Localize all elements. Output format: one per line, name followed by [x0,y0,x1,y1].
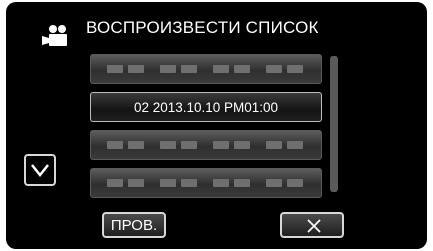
scrollbar[interactable] [330,56,338,192]
header: ВОСПРОИЗВЕСТИ СПИСОК [6,2,427,46]
check-button[interactable]: ПРОВ. [102,212,166,238]
playlist-screen: ВОСПРОИЗВЕСТИ СПИСОК 02 2013.10.10 PM01:… [6,2,427,249]
scroll-thumb[interactable] [330,56,338,192]
placeholder-row [107,65,303,73]
page-title: ВОСПРОИЗВЕСТИ СПИСОК [86,18,319,37]
camera-icon [40,24,70,48]
placeholder-row [107,141,303,149]
list-item[interactable] [90,130,322,160]
list-item-label: 02 2013.10.10 PM01:00 [133,99,279,115]
close-button[interactable] [280,212,344,238]
scroll-down-button[interactable] [24,154,56,186]
placeholder-row [107,179,303,187]
list-item[interactable] [90,54,322,84]
list-item-selected[interactable]: 02 2013.10.10 PM01:00 [90,92,322,122]
list-item[interactable] [90,168,322,198]
